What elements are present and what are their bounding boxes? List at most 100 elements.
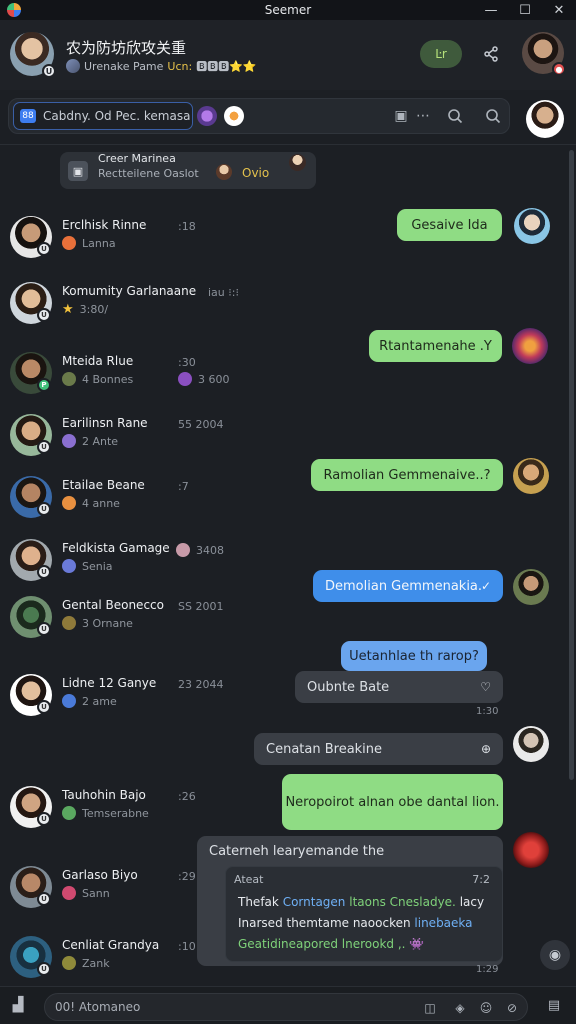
contact-row[interactable]: U Erclhisk Rinne :18 Lanna xyxy=(0,212,320,262)
contact-time: 23 2044 xyxy=(178,678,224,691)
emoji-icon[interactable]: ☺ xyxy=(477,999,495,1017)
contact-subtitle: 2 ame xyxy=(62,694,117,708)
pinned-title: Creer Marinea xyxy=(98,152,176,165)
zoom-icon[interactable] xyxy=(445,106,465,126)
maximize-button[interactable]: ☐ xyxy=(508,0,542,20)
close-button[interactable]: ✕ xyxy=(542,0,576,20)
filter-avatar-purple-icon[interactable] xyxy=(197,106,217,126)
gif-icon[interactable]: ◫ xyxy=(421,999,439,1017)
contact-badge-icon: U xyxy=(37,565,51,579)
message-bubble[interactable]: Oubnte Bate ♡ xyxy=(295,671,503,703)
quote-link[interactable]: Corntagen xyxy=(283,895,346,909)
contact-row[interactable]: U Tauhohin Bajo :26 Temserabne xyxy=(0,782,320,832)
contact-sub-text: Temserabne xyxy=(82,806,149,820)
message-bubble[interactable]: Neropoirot alnan obe dantal lion. xyxy=(282,774,503,830)
message-input-placeholder: 00! Atomaneo xyxy=(55,1000,141,1014)
contact-row[interactable]: U Gental Beonecco SS 2001 3 Ornane xyxy=(0,592,320,642)
mini-avatar-icon xyxy=(62,956,76,970)
message-bubble[interactable]: Cenatan Breakine ⊕ xyxy=(254,733,503,765)
sender-avatar[interactable] xyxy=(513,726,549,762)
contact-name: Gental Beonecco xyxy=(62,598,164,612)
quote-text: lacy xyxy=(459,895,485,909)
sender-avatar[interactable] xyxy=(514,208,550,244)
message-text: Oubnte Bate xyxy=(307,679,390,695)
contact-sub-text: 4 Bonnes xyxy=(82,372,134,386)
message-input[interactable]: 00! Atomaneo ◫ ◈ ☺ ⊘ xyxy=(44,993,528,1021)
minimize-button[interactable]: — xyxy=(474,0,508,20)
filter-avatar-bird-icon[interactable] xyxy=(224,106,244,126)
group-name: 农为防坊欣攻关重 xyxy=(66,39,187,57)
contact-row[interactable]: U Feldkista Gamage 3408 Senia xyxy=(0,535,320,585)
pinned-message[interactable]: ▣ Creer Marinea Rectteilene Oaslot Ovio xyxy=(60,152,316,189)
contact-subtitle: Temserabne xyxy=(62,806,149,820)
message-bubble[interactable]: Uetanhlae th rarop? xyxy=(341,641,487,671)
quote-text: Thefak xyxy=(238,895,279,909)
apps-icon[interactable]: ▟ xyxy=(8,995,28,1015)
call-button[interactable]: Ŀr xyxy=(420,40,462,68)
quote-text: ltaons Cnesladye. xyxy=(349,895,456,909)
quote-link[interactable]: linebaeka xyxy=(414,916,472,930)
pinned-avatar xyxy=(216,164,232,180)
quote-time: 7:2 xyxy=(472,873,490,886)
pinned-sender-avatar xyxy=(289,154,306,171)
mini-avatar-icon xyxy=(62,559,76,573)
contact-name: Tauhohin Bajo xyxy=(62,788,146,802)
message-bubble[interactable]: Rtantamenahe .Y xyxy=(369,330,502,362)
pin-icon: ▣ xyxy=(68,161,88,181)
status-badge-icon: ● xyxy=(552,62,566,76)
group-avatar[interactable]: U xyxy=(10,32,56,78)
contact-time: :10 xyxy=(178,940,196,953)
scroll-down-button[interactable]: ◉ xyxy=(540,940,570,970)
mini-avatar-icon xyxy=(62,236,76,250)
pinned-quote: Ovio xyxy=(242,166,270,180)
more-icon[interactable]: ⋯ xyxy=(413,106,433,126)
mini-avatar-icon xyxy=(62,806,76,820)
calendar-icon[interactable]: ▣ xyxy=(391,106,411,126)
contact-time: :7 xyxy=(178,480,189,493)
contact-subtitle: Lanna xyxy=(62,236,116,250)
contact-name: Garlaso Biyo xyxy=(62,868,138,882)
sender-avatar[interactable] xyxy=(512,328,548,364)
contact-badge-icon: U xyxy=(37,622,51,636)
my-avatar[interactable] xyxy=(526,100,564,138)
contact-badge-icon: U xyxy=(37,308,51,322)
contact-row[interactable]: U Komumity Garlanaane iau ⁝:⁝ ★ 3:80/ xyxy=(0,278,320,328)
message-text: Cenatan Breakine xyxy=(266,741,383,757)
contact-name: Cenliat Grandya xyxy=(62,938,160,952)
contact-sub-text: 4 anne xyxy=(82,496,120,510)
pinned-subtitle: Rectteilene Oaslot xyxy=(98,167,199,180)
profile-avatar[interactable]: ● xyxy=(522,32,566,76)
contact-badge-icon: U xyxy=(37,962,51,976)
chat-header: U 农为防坊欣攻关重 Urenake Pame Ucn: 🅱🅱🅱⭐⭐ Ŀr ● xyxy=(0,20,576,90)
quoted-message-card[interactable]: Ateat 7:2 Thefak Corntagen ltaons Cnesla… xyxy=(225,866,503,962)
share-icon[interactable] xyxy=(478,42,504,66)
contact-time: SS 2001 xyxy=(178,600,224,613)
message-bubble[interactable]: Demolian Gemmenakia. ✓ xyxy=(313,570,503,602)
message-bubble[interactable]: Gesaive Ida xyxy=(397,209,502,241)
sender-avatar[interactable] xyxy=(513,569,549,605)
clipboard-icon[interactable]: ▤ xyxy=(544,995,564,1015)
sender-avatar[interactable] xyxy=(513,458,549,494)
mini-avatar-icon xyxy=(62,372,76,386)
sender-avatar[interactable] xyxy=(513,832,549,868)
contact-row[interactable]: U Etailae Beane :7 4 anne xyxy=(0,472,320,522)
message-bubble[interactable]: Ramolian Gemmenaive..? xyxy=(311,459,503,491)
contact-row[interactable]: U Lidne 12 Ganye 23 2044 2 ame xyxy=(0,670,320,720)
contact-row[interactable]: U Earilinsn Rane 55 2004 2 Ante xyxy=(0,410,320,460)
scrollbar[interactable] xyxy=(569,150,574,780)
attach-icon[interactable]: ⊘ xyxy=(503,999,521,1017)
contact-sub-text: Zank xyxy=(82,956,110,970)
contact-extra: 3 600 xyxy=(178,372,230,386)
mini-avatar-icon xyxy=(62,616,76,630)
contact-extra: 3408 xyxy=(176,543,224,557)
contact-name: Earilinsn Rane xyxy=(62,416,148,430)
contact-badge-icon: U xyxy=(37,502,51,516)
search-input[interactable]: 88 Cabdny. Od Pec. kemasa xyxy=(13,102,193,130)
contact-row[interactable]: P Mteida Rlue :30 4 Bonnes 3 600 xyxy=(0,348,320,398)
search-icon[interactable] xyxy=(483,106,503,126)
message-text: Demolian Gemmenakia. xyxy=(325,578,483,594)
mini-avatar-icon xyxy=(62,496,76,510)
group-emojis: 🅱🅱🅱⭐⭐ xyxy=(196,60,257,73)
sticker-icon[interactable]: ◈ xyxy=(451,999,469,1017)
contact-subtitle: 3 Ornane xyxy=(62,616,133,630)
